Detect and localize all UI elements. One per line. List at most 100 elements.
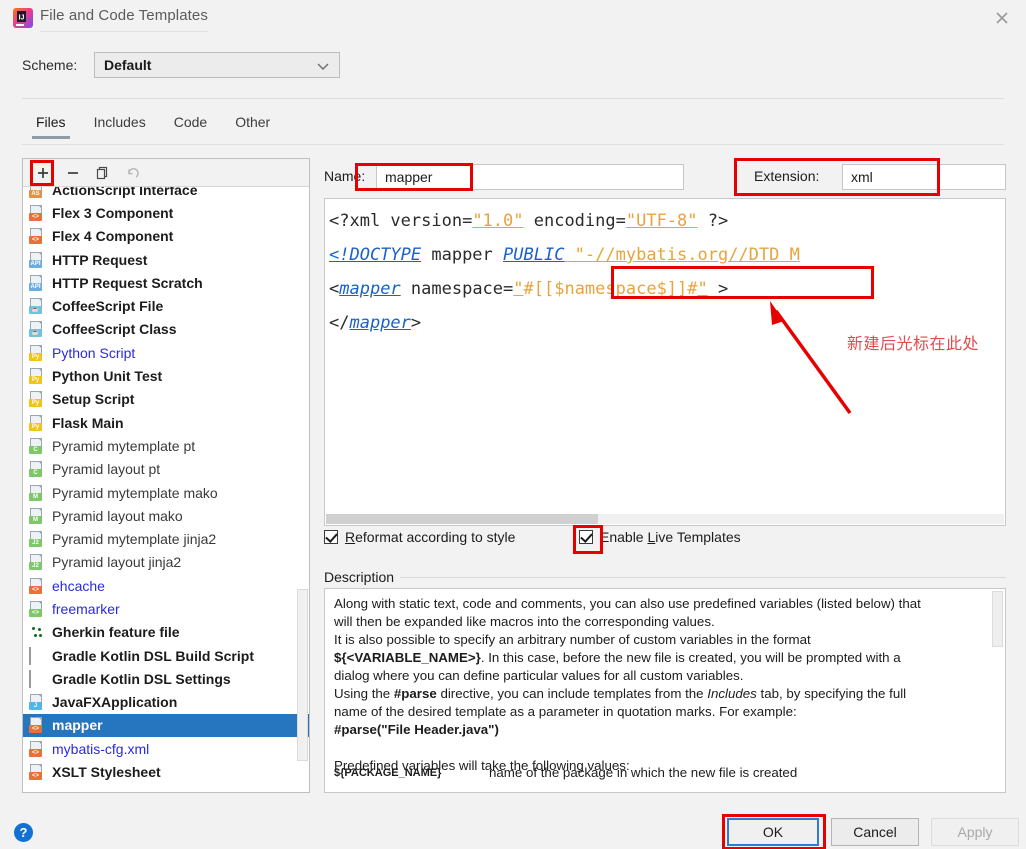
list-item-label: HTTP Request xyxy=(52,251,148,268)
list-item-label: XSLT Stylesheet xyxy=(52,764,161,781)
python-icon: Py xyxy=(29,391,45,408)
description-line-3a: Using the xyxy=(334,686,394,701)
list-item[interactable]: J2 Pyramid layout jinja2 xyxy=(23,551,309,574)
file-template-icon: AS xyxy=(29,187,45,198)
list-item[interactable]: <> mybatis-cfg.xml xyxy=(23,737,309,760)
apply-button[interactable]: Apply xyxy=(931,818,1019,846)
reset-template-button[interactable] xyxy=(119,161,147,185)
predefined-variable-description: name of the package in which the new fil… xyxy=(489,765,798,780)
list-item[interactable]: C Pyramid mytemplate pt xyxy=(23,434,309,457)
list-item-label: HTTP Request Scratch xyxy=(52,274,203,291)
list-item[interactable]: Py Python Script xyxy=(23,341,309,364)
list-item-label: Flex 4 Component xyxy=(52,228,174,245)
list-item[interactable]: J2 Pyramid mytemplate jinja2 xyxy=(23,527,309,550)
reformat-checkbox-row[interactable]: Reformat according to style xyxy=(324,529,515,549)
code-token: mapper xyxy=(349,313,411,333)
python-icon: Py xyxy=(29,414,45,431)
template-code-editor[interactable]: <?xml version="1.0" encoding="UTF-8" ?> <… xyxy=(324,198,1006,526)
close-icon[interactable] xyxy=(990,6,1014,30)
description-group-divider xyxy=(400,577,1006,578)
tab-other[interactable]: Other xyxy=(221,112,284,139)
annotation-note-text: 新建后光标在此处 xyxy=(847,334,980,353)
description-panel[interactable]: Along with static text, code and comment… xyxy=(324,588,1006,793)
help-icon[interactable]: ? xyxy=(14,823,33,842)
list-item[interactable]: <> XSLT Stylesheet xyxy=(23,760,309,783)
description-line-3: Using the #parse directive, you can incl… xyxy=(334,685,983,703)
description-line-3b: directive, you can include templates fro… xyxy=(436,686,708,701)
live-templates-checkbox[interactable] xyxy=(579,530,593,544)
list-item-label: Python Script xyxy=(52,344,136,361)
list-item[interactable]: Gradle Kotlin DSL Build Script xyxy=(23,644,309,667)
list-item-label: Pyramid layout mako xyxy=(52,507,183,524)
code-token: "1.0" xyxy=(472,211,524,231)
list-item[interactable]: Py Flask Main xyxy=(23,411,309,434)
reformat-label-rest: eformat according to style xyxy=(355,529,516,545)
tab-code[interactable]: Code xyxy=(160,112,221,139)
list-item[interactable]: Gradle Kotlin DSL Settings xyxy=(23,667,309,690)
list-item[interactable]: M Pyramid mytemplate mako xyxy=(23,481,309,504)
name-input[interactable]: mapper xyxy=(376,164,684,190)
code-token: < xyxy=(329,279,340,299)
code-token: mapper xyxy=(339,279,401,299)
xml-template-icon: <> xyxy=(29,740,45,757)
tab-bar: Files Includes Code Other xyxy=(22,112,284,144)
python-icon: Py xyxy=(29,368,45,385)
description-group-title: Description xyxy=(324,569,395,585)
javafx-icon: J xyxy=(29,694,45,711)
description-text: Along with static text, code and comment… xyxy=(334,595,983,775)
description-vertical-scrollbar[interactable] xyxy=(992,591,1003,647)
description-line-2b-rest: . In this case, before the new file is c… xyxy=(480,650,901,665)
list-item[interactable]: Py Python Unit Test xyxy=(23,364,309,387)
list-item[interactable]: Gherkin feature file xyxy=(23,621,309,644)
code-token: mapper xyxy=(421,245,504,265)
remove-template-button[interactable] xyxy=(59,161,87,185)
xml-template-icon: <> xyxy=(29,577,45,594)
extension-input[interactable]: xml xyxy=(842,164,1006,190)
parse-directive-token: #parse xyxy=(393,686,437,701)
editor-horizontal-scrollbar[interactable] xyxy=(326,514,598,524)
list-item[interactable]: M Pyramid layout mako xyxy=(23,504,309,527)
file-and-code-templates-dialog: IJ File and Code Templates Scheme: Defau… xyxy=(0,0,1026,849)
gradle-icon xyxy=(29,646,45,665)
list-item[interactable]: API HTTP Request xyxy=(23,248,309,271)
add-template-button[interactable] xyxy=(29,161,57,185)
list-item[interactable]: Py Setup Script xyxy=(23,388,309,411)
list-item[interactable]: ☕ CoffeeScript Class xyxy=(23,318,309,341)
list-item-label: Pyramid layout pt xyxy=(52,461,161,478)
list-item-label: Python Unit Test xyxy=(52,368,163,385)
template-list-scroll[interactable]: AS ActionScript Interface <> Flex 3 Compone… xyxy=(23,187,309,792)
pyramid-icon: C xyxy=(29,461,45,478)
list-item[interactable]: ☕ CoffeeScript File xyxy=(23,294,309,317)
title-bar: IJ File and Code Templates xyxy=(0,0,1026,35)
description-line-3c: tab, by specifying the full xyxy=(756,686,907,701)
scheme-dropdown[interactable]: Default xyxy=(94,52,340,78)
list-item[interactable]: <> mapper xyxy=(23,713,309,738)
list-item-label: Pyramid mytemplate jinja2 xyxy=(52,531,217,548)
list-item-label: CoffeeScript Class xyxy=(52,321,177,338)
list-item-label: Gradle Kotlin DSL Settings xyxy=(52,670,231,687)
tab-files[interactable]: Files xyxy=(22,112,80,139)
list-item[interactable]: <> ehcache xyxy=(23,574,309,597)
tab-includes[interactable]: Includes xyxy=(80,112,160,139)
list-item[interactable]: API HTTP Request Scratch xyxy=(23,271,309,294)
list-item[interactable]: C Pyramid layout pt xyxy=(23,458,309,481)
ok-button[interactable]: OK xyxy=(727,818,819,846)
pyramid-icon: M xyxy=(29,484,45,501)
cancel-button[interactable]: Cancel xyxy=(831,818,919,846)
reformat-checkbox[interactable] xyxy=(324,530,338,544)
live-templates-checkbox-row[interactable]: Enable Live Templates xyxy=(579,529,741,549)
code-token: > xyxy=(707,279,729,299)
list-item[interactable]: <> Flex 3 Component xyxy=(23,201,309,224)
list-item[interactable]: <> Flex 4 Component xyxy=(23,225,309,248)
live-templates-checkbox-label: Enable Live Templates xyxy=(600,529,741,545)
code-token: "-//mybatis.org//DTD M xyxy=(564,245,800,265)
code-token: <!DOCTYPE xyxy=(329,245,422,265)
pyramid-icon: J2 xyxy=(29,531,45,548)
list-item[interactable]: J JavaFXApplication xyxy=(23,691,309,714)
copy-template-button[interactable] xyxy=(89,161,117,185)
template-list-vertical-scrollbar[interactable] xyxy=(297,589,308,761)
list-item-label: Flex 3 Component xyxy=(52,204,174,221)
list-item[interactable]: <> freemarker xyxy=(23,597,309,620)
list-item[interactable]: AS ActionScript Interface xyxy=(23,187,309,201)
name-extension-row: Name: mapper Extension: xml xyxy=(324,164,1006,190)
